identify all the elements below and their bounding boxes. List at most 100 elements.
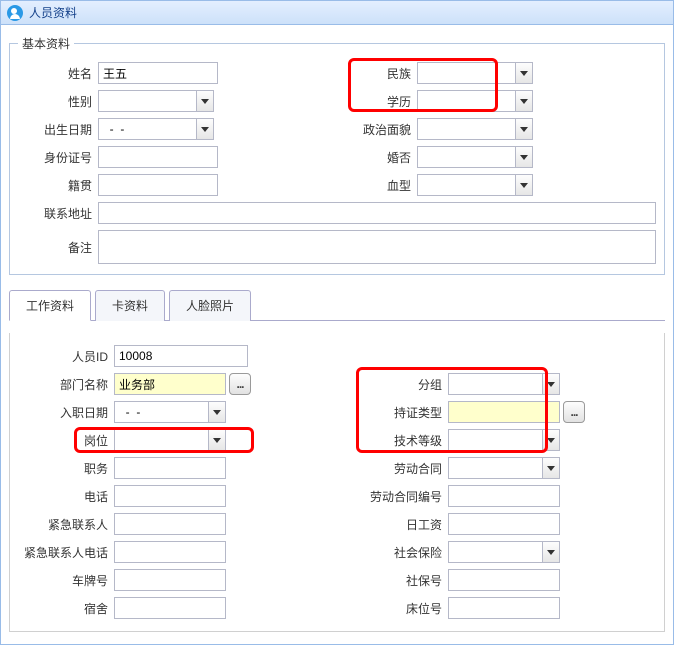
dept-lookup-button[interactable]: ... <box>229 373 251 395</box>
group-input[interactable] <box>448 373 542 395</box>
nation-input[interactable] <box>417 62 515 84</box>
dailywage-label: 日工资 <box>352 516 448 533</box>
gender-label: 性别 <box>18 93 98 110</box>
contract-input[interactable] <box>448 457 542 479</box>
contractno-label: 劳动合同编号 <box>352 488 448 505</box>
insurance-label: 社会保险 <box>352 544 448 561</box>
bed-label: 床位号 <box>352 600 448 617</box>
cardtype-lookup-button[interactable]: ... <box>563 401 585 423</box>
duty-input[interactable] <box>114 457 226 479</box>
emgphone-input[interactable] <box>114 541 226 563</box>
window-title: 人员资料 <box>29 4 77 21</box>
gender-dropdown-button[interactable] <box>196 90 214 112</box>
nation-dropdown-button[interactable] <box>515 62 533 84</box>
car-input[interactable] <box>114 569 226 591</box>
nation-label: 民族 <box>337 65 417 82</box>
address-label: 联系地址 <box>18 205 98 222</box>
personid-label: 人员ID <box>18 348 114 365</box>
name-input[interactable] <box>98 62 218 84</box>
blood-input[interactable] <box>417 174 515 196</box>
insurance-dropdown-button[interactable] <box>542 541 560 563</box>
birth-combo[interactable] <box>98 118 214 140</box>
idnum-input[interactable] <box>98 146 218 168</box>
gender-input[interactable] <box>98 90 196 112</box>
skill-combo[interactable] <box>448 429 560 451</box>
chevron-down-icon <box>547 550 555 555</box>
ssn-input[interactable] <box>448 569 560 591</box>
edu-input[interactable] <box>417 90 515 112</box>
cardtype-label: 持证类型 <box>352 404 448 421</box>
cardtype-input[interactable] <box>448 401 560 423</box>
marriage-combo[interactable] <box>417 146 533 168</box>
personid-input[interactable] <box>114 345 248 367</box>
skill-input[interactable] <box>448 429 542 451</box>
contract-dropdown-button[interactable] <box>542 457 560 479</box>
car-label: 车牌号 <box>18 572 114 589</box>
emgphone-label: 紧急联系人电话 <box>18 544 114 561</box>
duty-label: 职务 <box>18 460 114 477</box>
tab-work[interactable]: 工作资料 <box>9 290 91 321</box>
tab-face[interactable]: 人脸照片 <box>169 290 251 321</box>
hiredate-dropdown-button[interactable] <box>208 401 226 423</box>
dorm-label: 宿舍 <box>18 600 114 617</box>
blood-combo[interactable] <box>417 174 533 196</box>
tab-card[interactable]: 卡资料 <box>95 290 165 321</box>
marriage-input[interactable] <box>417 146 515 168</box>
insurance-input[interactable] <box>448 541 542 563</box>
insurance-combo[interactable] <box>448 541 560 563</box>
personnel-window: 人员资料 基本资料 姓名 性别 <box>0 0 674 645</box>
blood-label: 血型 <box>337 177 417 194</box>
group-dropdown-button[interactable] <box>542 373 560 395</box>
marriage-label: 婚否 <box>337 149 417 166</box>
edu-combo[interactable] <box>417 90 533 112</box>
post-input[interactable] <box>114 429 208 451</box>
contract-label: 劳动合同 <box>352 460 448 477</box>
contract-combo[interactable] <box>448 457 560 479</box>
chevron-down-icon <box>213 410 221 415</box>
post-dropdown-button[interactable] <box>208 429 226 451</box>
remark-label: 备注 <box>18 239 98 256</box>
name-label: 姓名 <box>18 65 98 82</box>
birth-input[interactable] <box>98 118 196 140</box>
emgcontact-input[interactable] <box>114 513 226 535</box>
chevron-down-icon <box>520 155 528 160</box>
edu-dropdown-button[interactable] <box>515 90 533 112</box>
post-combo[interactable] <box>114 429 226 451</box>
chevron-down-icon <box>520 71 528 76</box>
remark-input[interactable] <box>98 230 656 264</box>
politics-dropdown-button[interactable] <box>515 118 533 140</box>
gender-combo[interactable] <box>98 90 214 112</box>
chevron-down-icon <box>201 127 209 132</box>
group-label: 分组 <box>352 376 448 393</box>
chevron-down-icon <box>520 127 528 132</box>
emgcontact-label: 紧急联系人 <box>18 516 114 533</box>
contractno-input[interactable] <box>448 485 560 507</box>
chevron-down-icon <box>547 466 555 471</box>
work-panel: 人员ID 部门名称 ... 入职日期 <box>9 333 665 632</box>
bed-input[interactable] <box>448 597 560 619</box>
native-label: 籍贯 <box>18 177 98 194</box>
dailywage-input[interactable] <box>448 513 560 535</box>
skill-dropdown-button[interactable] <box>542 429 560 451</box>
nation-combo[interactable] <box>417 62 533 84</box>
birth-label: 出生日期 <box>18 121 98 138</box>
hiredate-combo[interactable] <box>114 401 226 423</box>
chevron-down-icon <box>520 183 528 188</box>
chevron-down-icon <box>547 382 555 387</box>
politics-input[interactable] <box>417 118 515 140</box>
group-combo[interactable] <box>448 373 560 395</box>
native-input[interactable] <box>98 174 218 196</box>
birth-dropdown-button[interactable] <box>196 118 214 140</box>
hiredate-input[interactable] <box>114 401 208 423</box>
tabstrip: 工作资料 卡资料 人脸照片 <box>9 289 665 321</box>
phone-input[interactable] <box>114 485 226 507</box>
dorm-input[interactable] <box>114 597 226 619</box>
address-input[interactable] <box>98 202 656 224</box>
basic-info-group: 基本资料 姓名 性别 出生日期 <box>9 35 665 275</box>
politics-combo[interactable] <box>417 118 533 140</box>
ssn-label: 社保号 <box>352 572 448 589</box>
blood-dropdown-button[interactable] <box>515 174 533 196</box>
marriage-dropdown-button[interactable] <box>515 146 533 168</box>
person-icon <box>7 5 23 21</box>
dept-input[interactable] <box>114 373 226 395</box>
